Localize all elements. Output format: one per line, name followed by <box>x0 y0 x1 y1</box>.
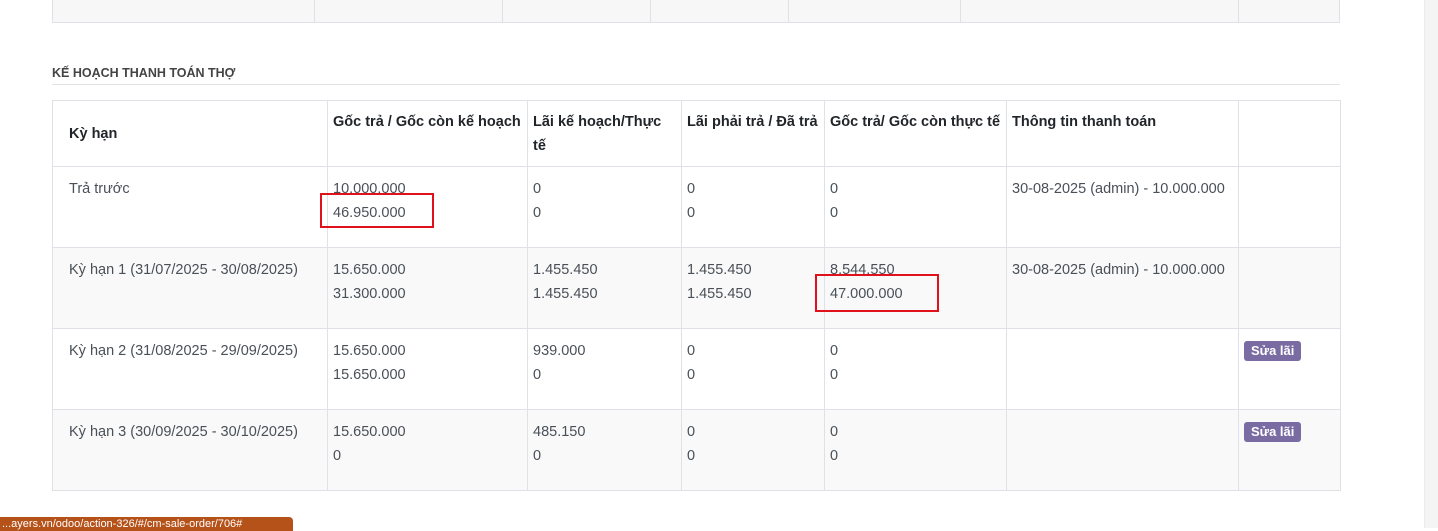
highlight-box <box>815 274 939 312</box>
actual-principal-remaining: 0 <box>830 448 839 464</box>
interest-actual: 0 <box>533 205 542 221</box>
plan-principal-cell: 15.650.000 31.300.000 <box>327 247 528 329</box>
highlight-box <box>320 193 434 228</box>
col-header-action <box>1238 100 1341 167</box>
table-row: Kỳ hạn 3 (30/09/2025 - 30/10/2025) 15.65… <box>52 409 1341 491</box>
interest-due: 0 <box>687 424 696 440</box>
interest-paid: 1.455.450 <box>687 286 752 302</box>
interest-paid: 0 <box>687 367 696 383</box>
plan-principal-remaining: 31.300.000 <box>333 286 406 302</box>
interest-due-cell: 0 0 <box>681 409 825 491</box>
interest-due-cell: 1.455.450 1.455.450 <box>681 247 825 329</box>
term-cell: Kỳ hạn 3 (30/09/2025 - 30/10/2025) <box>52 409 328 491</box>
actual-principal-cell: 0 0 <box>824 328 1007 410</box>
table-row: Kỳ hạn 2 (31/08/2025 - 29/09/2025) 15.65… <box>52 328 1341 410</box>
table-row: Kỳ hạn 1 (31/07/2025 - 30/08/2025) 15.65… <box>52 247 1341 329</box>
interest-plan: 485.150 <box>533 424 586 440</box>
term-cell: Kỳ hạn 1 (31/07/2025 - 30/08/2025) <box>52 247 328 329</box>
payment-info-cell <box>1006 328 1239 410</box>
interest-paid: 0 <box>687 205 696 221</box>
interest-plan: 1.455.450 <box>533 262 598 278</box>
term-cell: Trả trước <box>52 166 328 248</box>
vertical-scrollbar[interactable] <box>1424 0 1438 528</box>
payment-info-cell <box>1006 409 1239 491</box>
actual-principal-cell: 0 0 <box>824 409 1007 491</box>
edit-interest-button[interactable]: Sửa lãi <box>1244 422 1302 442</box>
plan-principal-paid: 15.650.000 <box>333 262 406 278</box>
action-cell: Sửa lãi <box>1238 328 1341 410</box>
action-cell <box>1238 247 1341 329</box>
actual-principal-paid: 0 <box>830 181 839 197</box>
col-header-term[interactable]: Kỳ hạn <box>52 100 328 167</box>
interest-due-cell: 0 0 <box>681 328 825 410</box>
interest-plan-cell: 1.455.450 1.455.450 <box>527 247 682 329</box>
col-header-plan-principal[interactable]: Gốc trả / Gốc còn kế hoạch <box>327 100 528 167</box>
plan-principal-cell: 15.650.000 15.650.000 <box>327 328 528 410</box>
action-cell <box>1238 166 1341 248</box>
actual-principal-cell: 0 0 <box>824 166 1007 248</box>
interest-actual: 1.455.450 <box>533 286 598 302</box>
col-header-actual-principal[interactable]: Gốc trả/ Gốc còn thực tế <box>824 100 1007 167</box>
previous-table-bottom <box>52 0 1340 23</box>
interest-plan: 939.000 <box>533 343 586 359</box>
actual-principal-paid: 0 <box>830 343 839 359</box>
actual-principal-remaining: 0 <box>830 205 839 221</box>
payment-plan-table: Kỳ hạn Gốc trả / Gốc còn kế hoạch Lãi kế… <box>52 100 1341 491</box>
payment-info-cell: 30-08-2025 (admin) - 10.000.000 <box>1006 247 1239 329</box>
plan-principal-remaining: 15.650.000 <box>333 367 406 383</box>
action-cell: Sửa lãi <box>1238 409 1341 491</box>
col-header-interest-plan[interactable]: Lãi kế hoạch/Thực tế <box>527 100 682 167</box>
interest-due: 1.455.450 <box>687 262 752 278</box>
interest-plan-cell: 485.150 0 <box>527 409 682 491</box>
interest-plan: 0 <box>533 181 542 197</box>
interest-due: 0 <box>687 343 696 359</box>
plan-principal-remaining: 0 <box>333 448 342 464</box>
interest-actual: 0 <box>533 367 542 383</box>
interest-due: 0 <box>687 181 696 197</box>
status-bar-url: ...ayers.vn/odoo/action-326/#/cm-sale-or… <box>0 517 293 531</box>
payment-info-cell: 30-08-2025 (admin) - 10.000.000 <box>1006 166 1239 248</box>
plan-principal-paid: 15.650.000 <box>333 343 406 359</box>
section-title: KẾ HOẠCH THANH TOÁN THỢ <box>52 66 1340 85</box>
interest-plan-cell: 939.000 0 <box>527 328 682 410</box>
interest-due-cell: 0 0 <box>681 166 825 248</box>
actual-principal-paid: 0 <box>830 424 839 440</box>
table-row: Trả trước 10.000.000 46.950.000 0 0 0 0 … <box>52 166 1341 248</box>
interest-plan-cell: 0 0 <box>527 166 682 248</box>
col-header-payment-info[interactable]: Thông tin thanh toán <box>1006 100 1239 167</box>
plan-principal-paid: 15.650.000 <box>333 424 406 440</box>
edit-interest-button[interactable]: Sửa lãi <box>1244 341 1302 361</box>
plan-principal-cell: 15.650.000 0 <box>327 409 528 491</box>
interest-actual: 0 <box>533 448 542 464</box>
term-cell: Kỳ hạn 2 (31/08/2025 - 29/09/2025) <box>52 328 328 410</box>
interest-paid: 0 <box>687 448 696 464</box>
col-header-interest-due[interactable]: Lãi phải trả / Đã trả <box>681 100 825 167</box>
table-header-row: Kỳ hạn Gốc trả / Gốc còn kế hoạch Lãi kế… <box>52 100 1341 167</box>
actual-principal-remaining: 0 <box>830 367 839 383</box>
